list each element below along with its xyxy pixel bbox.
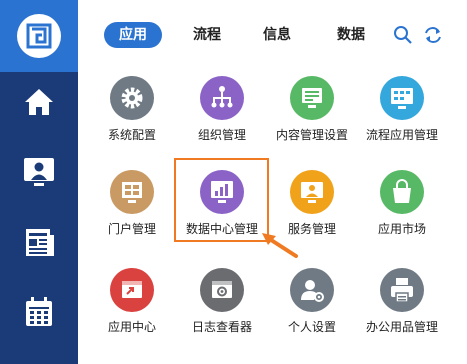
app-portal-management[interactable]: 门户管理 — [84, 158, 180, 254]
log-viewer-icon — [200, 268, 244, 312]
news-icon[interactable] — [19, 222, 59, 262]
tab-data[interactable]: 数据 — [322, 22, 380, 48]
workflow-app-icon — [380, 76, 424, 120]
app-log-viewer[interactable]: 日志查看器 — [174, 256, 270, 352]
tab-apps[interactable]: 应用 — [104, 22, 162, 48]
app-workflow-management[interactable]: 流程应用管理 — [354, 64, 450, 160]
gear-icon — [110, 76, 154, 120]
home-icon[interactable] — [19, 82, 59, 122]
sidebar — [0, 0, 78, 364]
service-icon — [290, 170, 334, 214]
shopping-bag-icon — [380, 170, 424, 214]
app-center-icon — [110, 268, 154, 312]
app-market[interactable]: 应用市场 — [354, 158, 450, 254]
org-chart-icon — [200, 76, 244, 120]
calendar-icon[interactable] — [19, 292, 59, 332]
content-icon — [290, 76, 334, 120]
sidebar-header — [0, 0, 78, 72]
app-content-settings[interactable]: 内容管理设置 — [264, 64, 360, 160]
tab-info[interactable]: 信息 — [248, 22, 306, 48]
user-settings-icon — [290, 268, 334, 312]
app-org-management[interactable]: 组织管理 — [174, 64, 270, 160]
app-label: 流程应用管理 — [365, 128, 438, 142]
monitor-user-icon[interactable] — [19, 152, 59, 192]
arrow-icon — [262, 233, 298, 258]
app-personal-settings[interactable]: 个人设置 — [264, 256, 360, 352]
app-office-supplies[interactable]: 办公用品管理 — [354, 256, 450, 352]
app-label: 应用市场 — [377, 222, 426, 236]
logo-icon[interactable] — [17, 14, 61, 58]
refresh-icon[interactable] — [422, 24, 444, 46]
app-label: 办公用品管理 — [365, 320, 438, 334]
app-system-config[interactable]: 系统配置 — [84, 64, 180, 160]
printer-icon — [380, 268, 424, 312]
portal-icon — [110, 170, 154, 214]
main-panel: 应用 流程 信息 数据 系统配置 组织管理 内容管理设置 流程应用管理 门户管理… — [78, 0, 467, 364]
tab-workflow[interactable]: 流程 — [178, 22, 236, 48]
search-icon[interactable] — [392, 24, 414, 46]
highlight-box — [174, 158, 269, 242]
app-center[interactable]: 应用中心 — [84, 256, 180, 352]
